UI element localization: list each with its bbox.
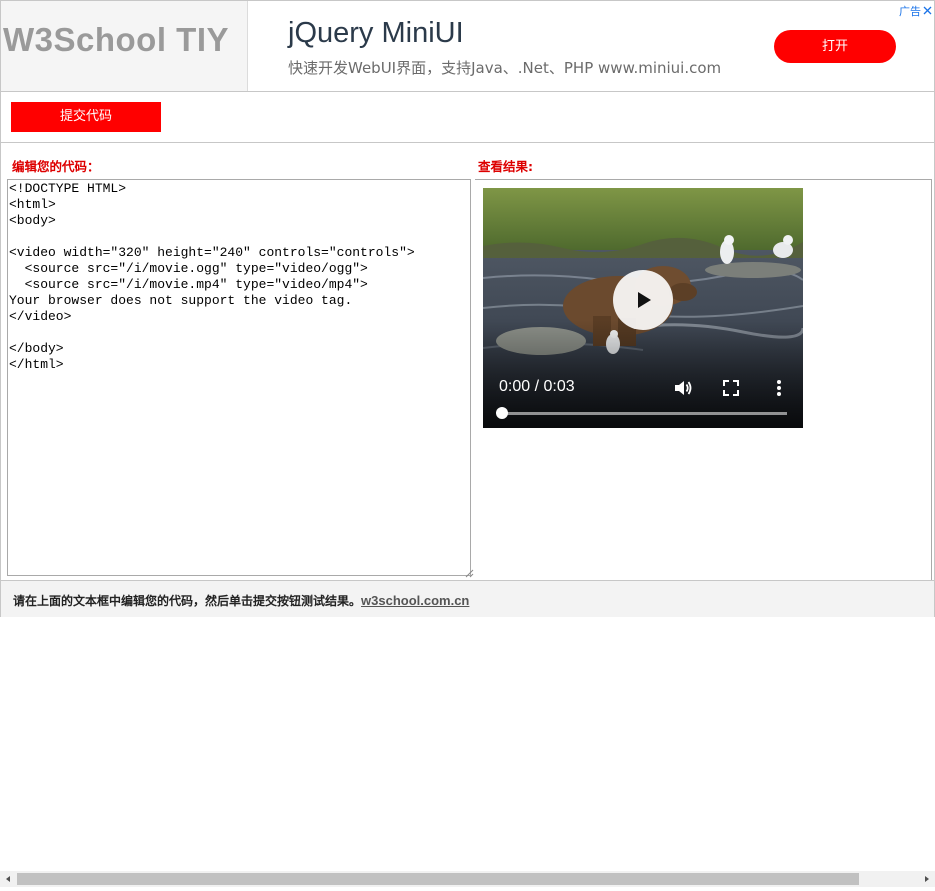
ad-banner[interactable]: jQuery MiniUI 快速开发WebUI界面，支持Java、.Net、PH… bbox=[248, 1, 934, 91]
footer-text: 请在上面的文本框中编辑您的代码，然后单击提交按钮测试结果。 bbox=[13, 594, 362, 608]
footer: 请在上面的文本框中编辑您的代码，然后单击提交按钮测试结果。w3school.co… bbox=[1, 580, 934, 617]
fullscreen-button[interactable] bbox=[721, 378, 741, 398]
close-icon[interactable] bbox=[923, 5, 932, 15]
progress-thumb[interactable] bbox=[496, 407, 508, 419]
submit-code-button[interactable]: 提交代码 bbox=[11, 102, 161, 132]
video-progress-bar[interactable] bbox=[496, 407, 787, 419]
scroll-right-button[interactable] bbox=[919, 871, 935, 887]
edit-code-label: 编辑您的代码： bbox=[12, 159, 100, 174]
result-pane: 0:00 / 0:03 bbox=[475, 179, 932, 581]
ad-open-button[interactable]: 打开 bbox=[774, 30, 896, 63]
footer-link[interactable]: w3school.com.cn bbox=[361, 593, 469, 608]
ad-tag[interactable]: 广告 bbox=[899, 3, 932, 19]
logo-area: W3School TIY bbox=[1, 1, 248, 91]
volume-icon bbox=[675, 381, 692, 395]
toolbar: 提交代码 bbox=[1, 92, 934, 143]
arrow-right-icon bbox=[925, 876, 929, 882]
scrollbar-thumb[interactable] bbox=[17, 873, 859, 885]
volume-button[interactable] bbox=[673, 378, 693, 398]
ad-title[interactable]: jQuery MiniUI bbox=[288, 17, 464, 50]
arrow-left-icon bbox=[6, 876, 10, 882]
view-result-label: 查看结果: bbox=[478, 159, 533, 174]
ad-label: 广告 bbox=[899, 5, 921, 18]
fullscreen-icon bbox=[723, 380, 739, 396]
resize-grip-icon[interactable] bbox=[464, 568, 474, 578]
play-button[interactable] bbox=[613, 270, 673, 330]
ad-subtitle[interactable]: 快速开发WebUI界面，支持Java、.Net、PHP www.miniui.c… bbox=[288, 57, 721, 78]
scroll-left-button[interactable] bbox=[0, 871, 16, 887]
header: W3School TIY jQuery MiniUI 快速开发WebUI界面，支… bbox=[1, 1, 934, 92]
footer-instructions: 请在上面的文本框中编辑您的代码，然后单击提交按钮测试结果。w3school.co… bbox=[13, 592, 469, 609]
more-options-button[interactable] bbox=[769, 378, 789, 398]
video-player[interactable]: 0:00 / 0:03 bbox=[483, 188, 803, 428]
more-vert-icon bbox=[777, 380, 781, 396]
video-time: 0:00 / 0:03 bbox=[499, 378, 575, 395]
horizontal-scrollbar[interactable] bbox=[0, 871, 935, 887]
logo[interactable]: W3School TIY bbox=[3, 21, 229, 59]
tiy-frame: W3School TIY jQuery MiniUI 快速开发WebUI界面，支… bbox=[0, 0, 935, 617]
code-editor[interactable]: <!DOCTYPE HTML> <html> <body> <video wid… bbox=[7, 179, 471, 576]
play-icon bbox=[638, 292, 651, 308]
